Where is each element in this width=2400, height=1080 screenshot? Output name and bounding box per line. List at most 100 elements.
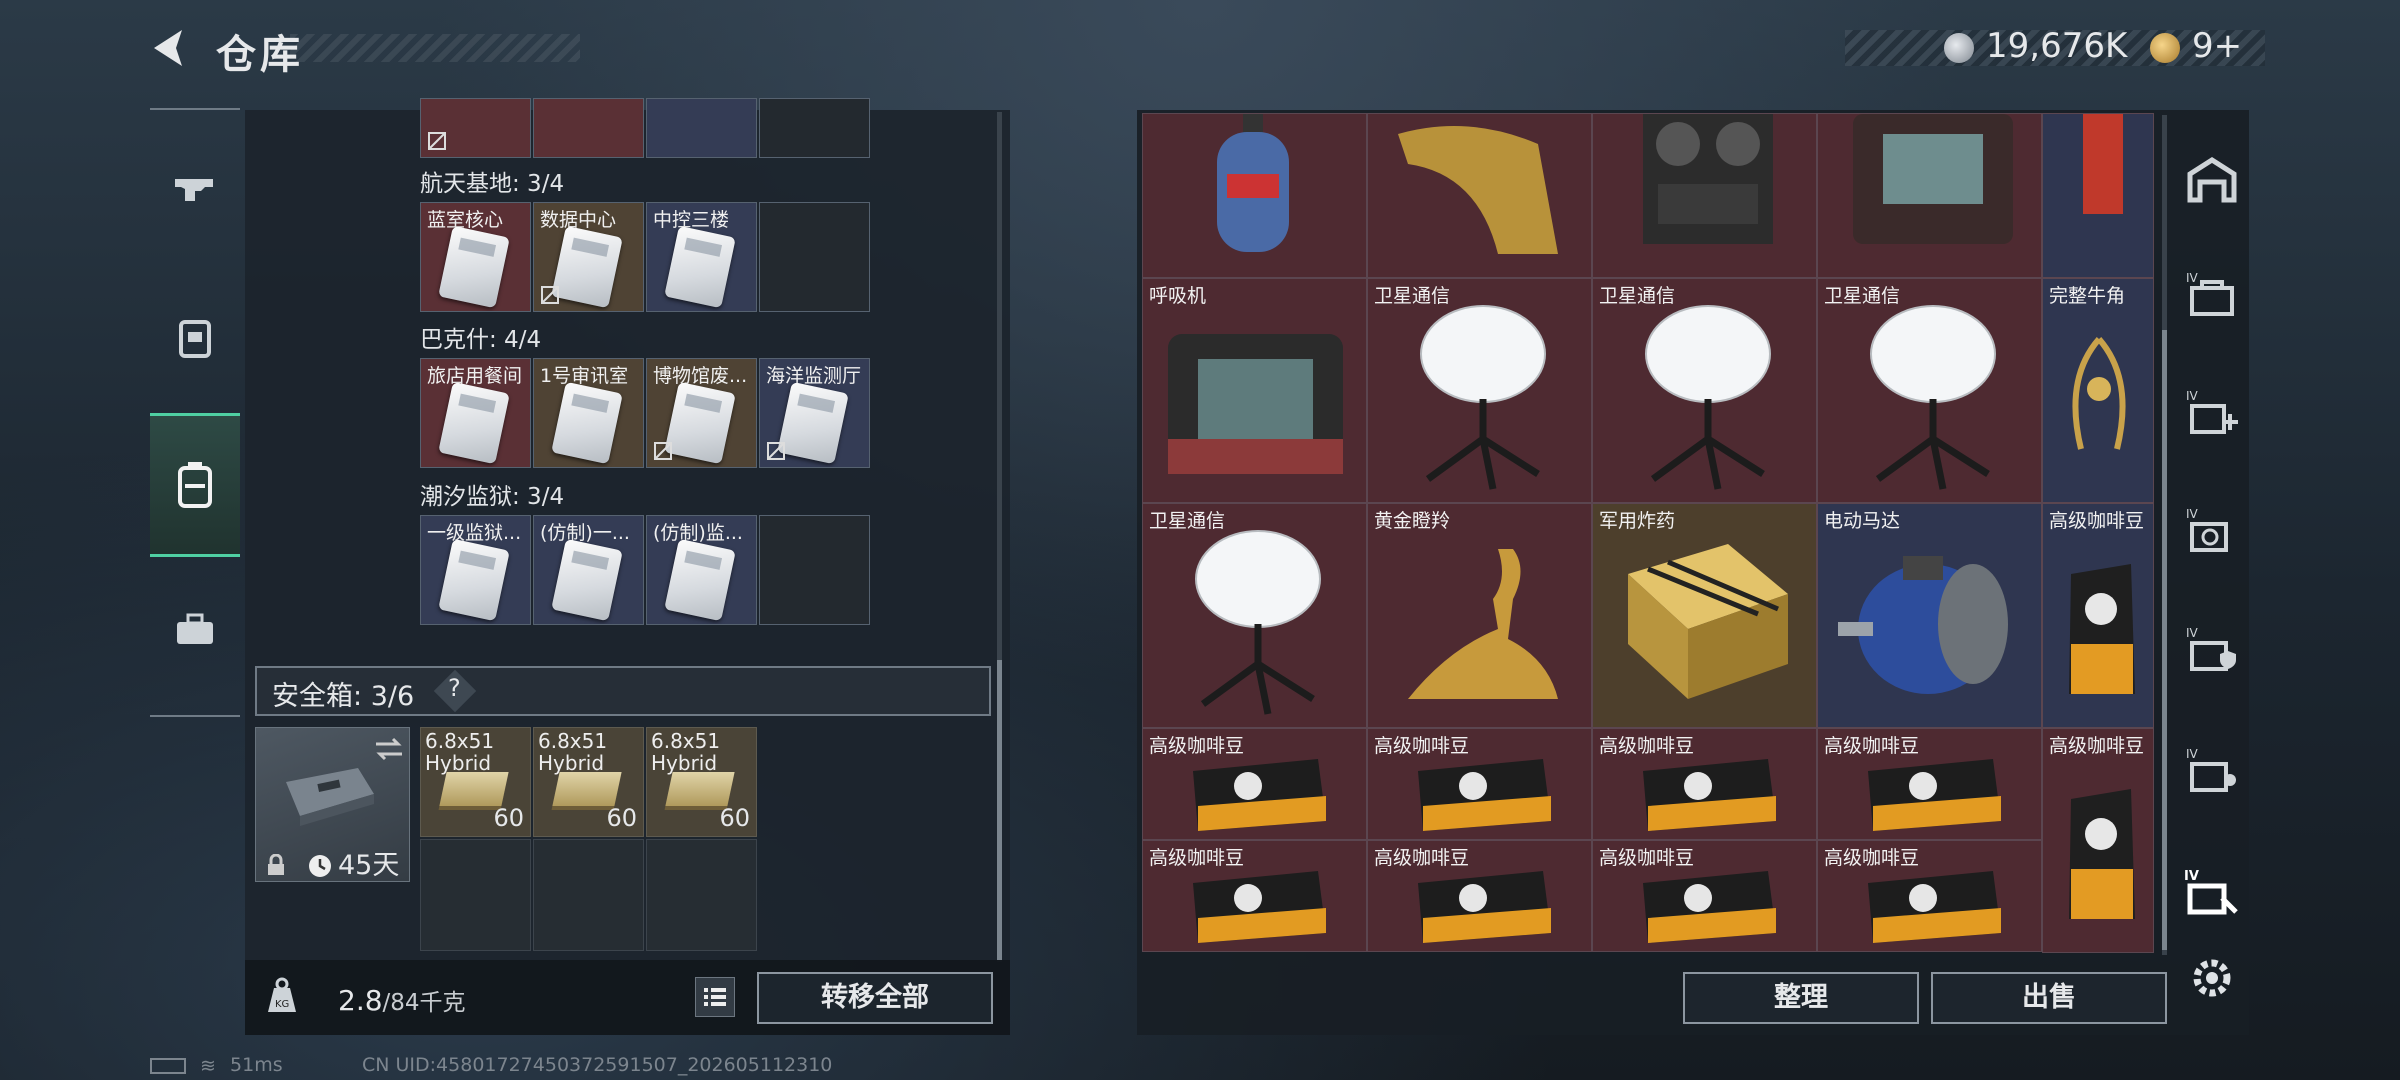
empty-slot[interactable] <box>420 839 531 951</box>
safe-box-label: 安全箱: 3/6 <box>272 681 415 712</box>
keycard-item[interactable]: 蓝室核心 <box>420 202 531 312</box>
ammo-item[interactable]: 6.8x51 Hybrid 60 <box>420 727 531 837</box>
title-decoration <box>290 34 580 62</box>
item-name: 军用炸药 <box>1599 510 1676 532</box>
satellite-dish-item[interactable]: 卫星通信 <box>1817 278 2042 503</box>
keycard-slot[interactable] <box>646 98 757 158</box>
gas-canister-item[interactable] <box>1142 113 1367 278</box>
satellite-dish-item[interactable]: 卫星通信 <box>1367 278 1592 503</box>
electric-motor-item[interactable]: 电动马达 <box>1817 503 2042 728</box>
keycard-item[interactable]: 一级监狱... <box>420 515 531 625</box>
coffee-bean-item[interactable]: 高级咖啡豆 <box>1592 840 1817 952</box>
gold-balance[interactable]: 9+ <box>2192 26 2242 66</box>
empty-slot[interactable] <box>533 839 644 951</box>
empty-slot[interactable] <box>646 839 757 951</box>
keycard-image <box>551 381 623 465</box>
silver-balance: 19,676K <box>1986 26 2128 66</box>
item-name: 一级监狱... <box>427 522 522 544</box>
sell-button[interactable]: 出售 <box>1931 972 2167 1024</box>
nav-storage-shield[interactable]: IV <box>2178 615 2246 683</box>
keycard-item[interactable]: 博物馆废... <box>646 358 757 468</box>
ox-horn-item[interactable]: 完整牛角 <box>2042 278 2154 503</box>
coffee-bean-item[interactable]: 高级咖啡豆 <box>1367 728 1592 840</box>
nav-armor[interactable] <box>150 283 240 393</box>
keycard-item[interactable]: 数据中心 <box>533 202 644 312</box>
empty-slot[interactable] <box>759 98 870 158</box>
nav-storage-add[interactable]: IV <box>2178 378 2246 446</box>
keycard-image <box>438 538 510 622</box>
coffee-bean-item[interactable]: 高级咖啡豆 <box>1367 840 1592 952</box>
add-storage-icon: IV <box>2186 389 2238 434</box>
list-view-button[interactable] <box>695 977 735 1017</box>
lock-icon <box>268 854 284 875</box>
weight-capacity: /84千克 <box>382 990 466 1016</box>
satellite-dish-item[interactable]: 卫星通信 <box>1592 278 1817 503</box>
section-label: 巴克什: 4/4 <box>420 327 542 353</box>
card-item[interactable] <box>2042 113 2154 278</box>
ping-text: 51ms <box>230 1054 283 1076</box>
keycard-item[interactable]: 海洋监测厅 <box>759 358 870 468</box>
monitor-item[interactable] <box>1817 113 2042 278</box>
search-storage-icon: IV <box>2186 507 2228 552</box>
keycard-item[interactable]: (仿制)一... <box>533 515 644 625</box>
keycard-item[interactable]: 1号审讯室 <box>533 358 644 468</box>
keycard-image <box>438 381 510 465</box>
item-quantity: 60 <box>606 804 637 832</box>
coffee-bean-item[interactable]: 高级咖啡豆 <box>2042 503 2154 728</box>
left-scroll-thumb[interactable] <box>997 660 1002 960</box>
keycard-item[interactable]: (仿制)监... <box>646 515 757 625</box>
empty-slot[interactable] <box>759 515 870 625</box>
ventilator-image <box>1168 334 1343 474</box>
item-quantity: 60 <box>719 804 750 832</box>
transfer-all-button[interactable]: 转移全部 <box>757 972 993 1024</box>
keycard-image <box>664 225 736 309</box>
keycard-slot[interactable] <box>420 98 531 158</box>
coffee-bean-item[interactable]: 高级咖啡豆 <box>1817 728 2042 840</box>
ventilator-item[interactable]: 呼吸机 <box>1142 278 1367 503</box>
nav-storage-search[interactable]: IV <box>2178 496 2246 564</box>
keycard-image <box>664 381 736 465</box>
nav-warehouse-home[interactable] <box>2178 146 2246 214</box>
explosive-crate-image <box>1628 544 1788 699</box>
keycard-image <box>551 538 623 622</box>
gold-statue-item[interactable] <box>1367 113 1592 278</box>
coffee-bean-item[interactable]: 高级咖啡豆 <box>1592 728 1817 840</box>
wifi-icon: ≋ <box>200 1054 216 1077</box>
help-button[interactable]: ? <box>448 674 461 702</box>
ammo-box-image <box>439 772 509 806</box>
nav-backpack[interactable] <box>150 413 240 557</box>
coffee-bag-image <box>1193 871 1326 943</box>
settings-button[interactable] <box>2178 944 2246 1012</box>
coffee-bean-item[interactable]: 高级咖啡豆 <box>1142 728 1367 840</box>
coffee-bag-image <box>2069 564 2135 694</box>
gold-coin-icon <box>2150 33 2180 63</box>
item-name: 博物馆废... <box>653 365 748 387</box>
nav-storage-gear[interactable]: IV <box>2178 736 2246 804</box>
nav-case[interactable] <box>150 575 240 685</box>
back-arrow-icon[interactable] <box>148 26 192 70</box>
golden-gazelle-item[interactable]: 黄金瞪羚 <box>1367 503 1592 728</box>
military-explosive-item[interactable]: 军用炸药 <box>1592 503 1817 728</box>
ammo-item[interactable]: 6.8x51 Hybrid 60 <box>533 727 644 837</box>
satellite-dish-item[interactable]: 卫星通信 <box>1142 503 1367 728</box>
empty-slot[interactable] <box>759 202 870 312</box>
keycard-slot[interactable] <box>533 98 644 158</box>
coffee-bean-item[interactable]: 高级咖啡豆 <box>1817 840 2042 952</box>
svg-text:KG: KG <box>275 999 289 1010</box>
keycard-item[interactable]: 中控三楼 <box>646 202 757 312</box>
ammo-item[interactable]: 6.8x51 Hybrid 60 <box>646 727 757 837</box>
swap-icon[interactable] <box>374 736 404 762</box>
keycard-item[interactable]: 旅店用餐间 <box>420 358 531 468</box>
nav-storage-4[interactable]: IV <box>2178 260 2246 328</box>
item-name: (仿制)监... <box>653 522 743 544</box>
coffee-bean-item[interactable]: 高级咖啡豆 <box>1142 840 1367 952</box>
nav-storage-active[interactable]: IV <box>2178 860 2246 928</box>
reel-recorder-item[interactable] <box>1592 113 1817 278</box>
locked-icon <box>428 132 446 150</box>
item-name: 旅店用餐间 <box>427 365 523 387</box>
coffee-bean-item[interactable]: 高级咖啡豆 <box>2042 728 2154 953</box>
right-scroll-thumb[interactable] <box>2162 330 2167 950</box>
sort-button[interactable]: 整理 <box>1683 972 1919 1024</box>
storage-settings-icon: IV <box>2186 747 2236 792</box>
nav-weapon[interactable] <box>150 135 240 245</box>
